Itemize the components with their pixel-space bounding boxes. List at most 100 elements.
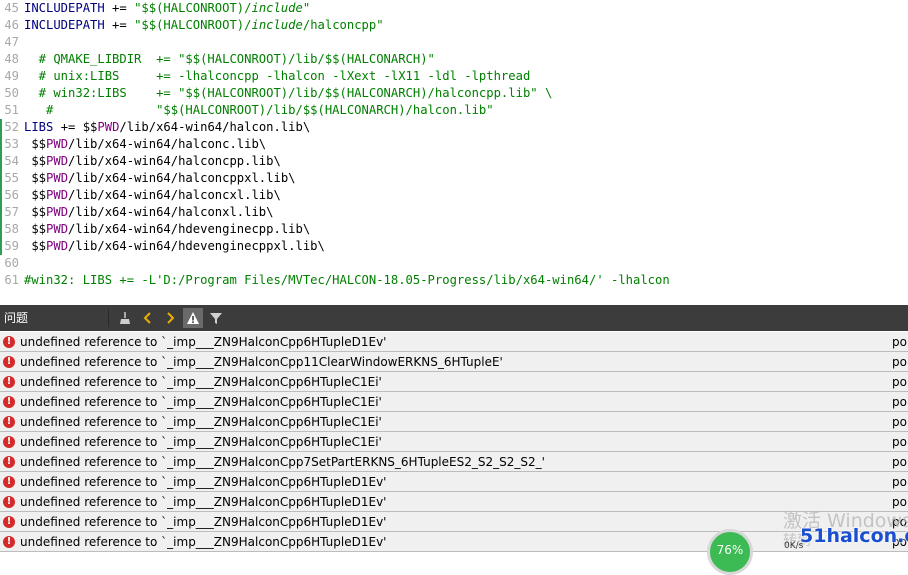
code-line[interactable]: 50 # win32:LIBS += "$$(HALCONROOT)/lib/$…	[0, 85, 908, 102]
line-number: 55	[4, 171, 19, 185]
issue-file: po	[892, 375, 907, 389]
code-editor[interactable]: 45 INCLUDEPATH += "$$(HALCONROOT)/include…	[0, 0, 908, 305]
code-line[interactable]: 61 #win32: LIBS += -L'D:/Program Files/MV…	[0, 272, 908, 289]
issue-row[interactable]: ! undefined reference to `_imp___ZN9Halco…	[0, 452, 908, 472]
issue-message: undefined reference to `_imp___ZN9Halcon…	[20, 455, 545, 469]
code-token: $$	[24, 222, 47, 236]
code-token: $$	[24, 171, 47, 185]
code-line[interactable]: 58 $$PWD/lib/x64-win64/hdevenginecpp.lib…	[0, 221, 908, 238]
line-number: 52	[4, 120, 19, 134]
code-line[interactable]: 48 # QMAKE_LIBDIR += "$$(HALCONROOT)/lib…	[0, 51, 908, 68]
code-token: +=	[104, 18, 135, 32]
code-token: include	[251, 1, 303, 15]
error-icon: !	[3, 456, 15, 468]
broom-icon[interactable]	[114, 308, 134, 328]
code-text: LIBS += $$PWD/lib/x64-win64/halcon.lib\	[24, 119, 310, 136]
code-token: PWD	[46, 137, 69, 151]
chevron-left-icon[interactable]	[138, 308, 158, 328]
line-number: 47	[4, 35, 19, 49]
error-icon: !	[3, 336, 15, 348]
code-line[interactable]: 54 $$PWD/lib/x64-win64/halconcpp.lib\	[0, 153, 908, 170]
code-line[interactable]: 55 $$PWD/lib/x64-win64/halconcppxl.lib\	[0, 170, 908, 187]
code-token: /lib/x64-win64/halcon.lib\	[119, 120, 311, 134]
issue-row[interactable]: ! undefined reference to `_imp___ZN9Halco…	[0, 352, 908, 372]
line-number: 45	[4, 1, 19, 15]
issue-row[interactable]: ! undefined reference to `_imp___ZN9Halco…	[0, 532, 908, 552]
line-number: 59	[4, 239, 19, 253]
error-icon: !	[3, 476, 15, 488]
code-token: PWD	[97, 120, 120, 134]
issue-row[interactable]: ! undefined reference to `_imp___ZN9Halco…	[0, 372, 908, 392]
code-text: $$PWD/lib/x64-win64/hdevenginecpp.lib\	[24, 221, 310, 238]
code-text: $$PWD/lib/x64-win64/halconxl.lib\	[24, 204, 273, 221]
issue-row[interactable]: ! undefined reference to `_imp___ZN9Halco…	[0, 392, 908, 412]
warning-icon[interactable]	[183, 308, 203, 328]
code-token: PWD	[46, 205, 69, 219]
code-token: # win32:LIBS += "$$(HALCONROOT)/lib/$$(H…	[24, 86, 553, 100]
issues-panel: 问题 ! undefined reference to `_imp___ZN9Ha…	[0, 305, 908, 553]
issues-panel-title: 问题	[4, 311, 29, 325]
code-line[interactable]: 51 # "$$(HALCONROOT)/lib/$$(HALCONARCH)/…	[0, 102, 908, 119]
code-line[interactable]: 46 INCLUDEPATH += "$$(HALCONROOT)/include…	[0, 17, 908, 34]
line-number: 58	[4, 222, 19, 236]
line-number: 56	[4, 188, 19, 202]
issue-row[interactable]: ! undefined reference to `_imp___ZN9Halco…	[0, 332, 908, 352]
code-line[interactable]: 59 $$PWD/lib/x64-win64/hdevenginecppxl.l…	[0, 238, 908, 255]
error-icon: !	[3, 496, 15, 508]
code-token: "	[302, 1, 311, 15]
issue-row[interactable]: ! undefined reference to `_imp___ZN9Halco…	[0, 512, 908, 532]
code-line[interactable]: 45 INCLUDEPATH += "$$(HALCONROOT)/include…	[0, 0, 908, 17]
code-token: /lib/x64-win64/halconcppxl.lib\	[68, 171, 296, 185]
code-line[interactable]: 53 $$PWD/lib/x64-win64/halconc.lib\	[0, 136, 908, 153]
issue-message: undefined reference to `_imp___ZN9Halcon…	[20, 435, 382, 449]
line-number: 54	[4, 154, 19, 168]
code-token: $$	[24, 154, 47, 168]
code-text: $$PWD/lib/x64-win64/halconcppxl.lib\	[24, 170, 296, 187]
code-line[interactable]: 47	[0, 34, 908, 51]
code-token: $$	[24, 188, 47, 202]
chevron-right-icon[interactable]	[160, 308, 180, 328]
issue-message: undefined reference to `_imp___ZN9Halcon…	[20, 515, 387, 529]
code-token: $$	[24, 205, 47, 219]
line-number: 51	[4, 103, 19, 117]
code-text: # QMAKE_LIBDIR += "$$(HALCONROOT)/lib/$$…	[24, 51, 435, 68]
issue-row[interactable]: ! undefined reference to `_imp___ZN9Halco…	[0, 492, 908, 512]
code-token: PWD	[46, 222, 69, 236]
code-token: # unix:LIBS += -lhalconcpp -lhalcon -lXe…	[24, 69, 531, 83]
code-line[interactable]: 57 $$PWD/lib/x64-win64/halconxl.lib\	[0, 204, 908, 221]
code-token: /lib/x64-win64/hdevenginecpp.lib\	[68, 222, 311, 236]
code-token: "$$(HALCONROOT)/	[134, 1, 252, 15]
code-line[interactable]: 56 $$PWD/lib/x64-win64/halconcxl.lib\	[0, 187, 908, 204]
issue-row[interactable]: ! undefined reference to `_imp___ZN9Halco…	[0, 432, 908, 452]
line-number: 61	[4, 273, 19, 287]
site-watermark: 51halcon.com	[800, 525, 908, 547]
issue-message: undefined reference to `_imp___ZN9Halcon…	[20, 475, 387, 489]
code-line[interactable]: 49 # unix:LIBS += -lhalconcpp -lhalcon -…	[0, 68, 908, 85]
issue-file: po	[892, 435, 907, 449]
issue-message: undefined reference to `_imp___ZN9Halcon…	[20, 495, 387, 509]
performance-gauge[interactable]: 76%	[707, 529, 753, 575]
filter-icon[interactable]	[206, 308, 226, 328]
issue-message: undefined reference to `_imp___ZN9Halcon…	[20, 415, 382, 429]
code-text: # unix:LIBS += -lhalconcpp -lhalcon -lXe…	[24, 68, 531, 85]
code-token: $$	[24, 137, 47, 151]
line-number: 48	[4, 52, 19, 66]
code-token: /halconcpp"	[302, 18, 384, 32]
issue-message: undefined reference to `_imp___ZN9Halcon…	[20, 535, 387, 549]
issue-row[interactable]: ! undefined reference to `_imp___ZN9Halco…	[0, 412, 908, 432]
code-token: PWD	[46, 239, 69, 253]
code-text: # "$$(HALCONROOT)/lib/$$(HALCONARCH)/hal…	[24, 102, 494, 119]
code-line[interactable]: 60	[0, 255, 908, 272]
error-icon: !	[3, 436, 15, 448]
issue-file: po	[892, 415, 907, 429]
code-token: INCLUDEPATH	[24, 1, 105, 15]
code-token: $$	[24, 239, 47, 253]
code-token: LIBS	[24, 120, 54, 134]
issue-message: undefined reference to `_imp___ZN9Halcon…	[20, 355, 503, 369]
code-text: $$PWD/lib/x64-win64/halconcxl.lib\	[24, 187, 281, 204]
code-line[interactable]: 52 LIBS += $$PWD/lib/x64-win64/halcon.lib…	[0, 119, 908, 136]
issue-row[interactable]: ! undefined reference to `_imp___ZN9Halco…	[0, 472, 908, 492]
code-token: PWD	[46, 154, 69, 168]
line-number: 60	[4, 256, 19, 270]
code-text: $$PWD/lib/x64-win64/halconc.lib\	[24, 136, 266, 153]
